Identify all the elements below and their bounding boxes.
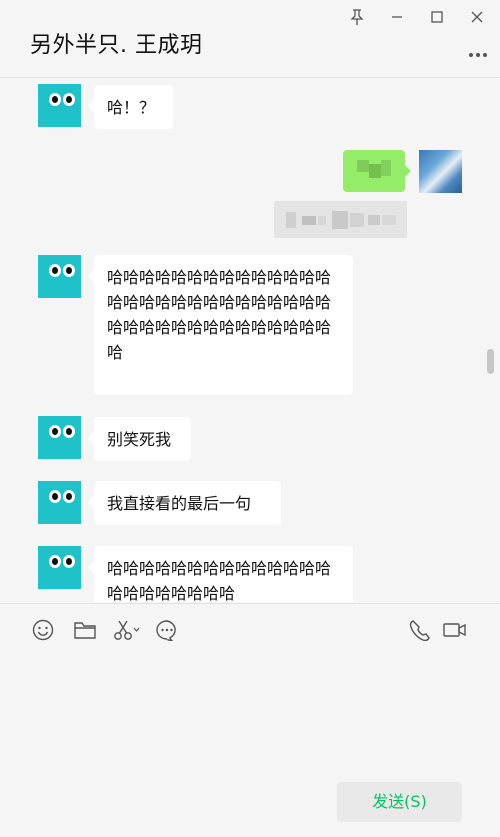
message-input[interactable]: [10, 660, 490, 770]
minimize-icon[interactable]: [387, 8, 409, 26]
system-notice: [274, 201, 407, 238]
my-avatar[interactable]: [419, 150, 462, 193]
folder-icon[interactable]: [73, 619, 97, 645]
message-list[interactable]: 哈！？ 哈哈哈哈哈哈哈哈哈哈哈哈哈哈哈哈哈哈哈哈哈哈哈哈哈哈哈哈哈哈哈哈哈哈哈哈…: [0, 78, 500, 602]
close-icon[interactable]: [467, 8, 489, 26]
video-icon[interactable]: [442, 619, 468, 645]
chat-bubble-icon[interactable]: [155, 619, 179, 645]
message-bubble[interactable]: 哈！？: [88, 85, 173, 129]
contact-avatar[interactable]: [38, 84, 81, 127]
message-bubble[interactable]: 别笑死我: [88, 417, 191, 461]
sent-message-bubble[interactable]: [343, 150, 411, 192]
maximize-icon[interactable]: [427, 8, 449, 26]
message-bubble[interactable]: 我直接看的最后一句: [88, 481, 281, 525]
scrollbar-thumb[interactable]: [487, 349, 494, 374]
contact-avatar[interactable]: [38, 416, 81, 459]
phone-icon[interactable]: [408, 619, 432, 645]
contact-avatar[interactable]: [38, 546, 81, 589]
more-icon[interactable]: [468, 44, 488, 57]
message-bubble[interactable]: 哈哈哈哈哈哈哈哈哈哈哈哈哈哈哈哈哈哈哈哈哈哈哈哈哈哈哈哈哈哈哈哈哈哈哈哈哈哈哈哈…: [88, 255, 353, 395]
send-button[interactable]: 发送(S): [337, 782, 462, 822]
chat-title: 另外半只. 王成玥: [30, 33, 203, 58]
pin-icon[interactable]: [347, 8, 369, 26]
chat-header: 另外半只. 王成玥: [0, 0, 500, 78]
composer-toolbar: [0, 603, 500, 658]
contact-avatar[interactable]: [38, 255, 81, 298]
emoji-icon[interactable]: [32, 619, 54, 645]
scissors-icon[interactable]: [113, 619, 141, 645]
message-bubble[interactable]: 哈哈哈哈哈哈哈哈哈哈哈哈哈哈哈哈哈哈哈哈哈哈: [88, 546, 353, 602]
contact-avatar[interactable]: [38, 481, 81, 524]
